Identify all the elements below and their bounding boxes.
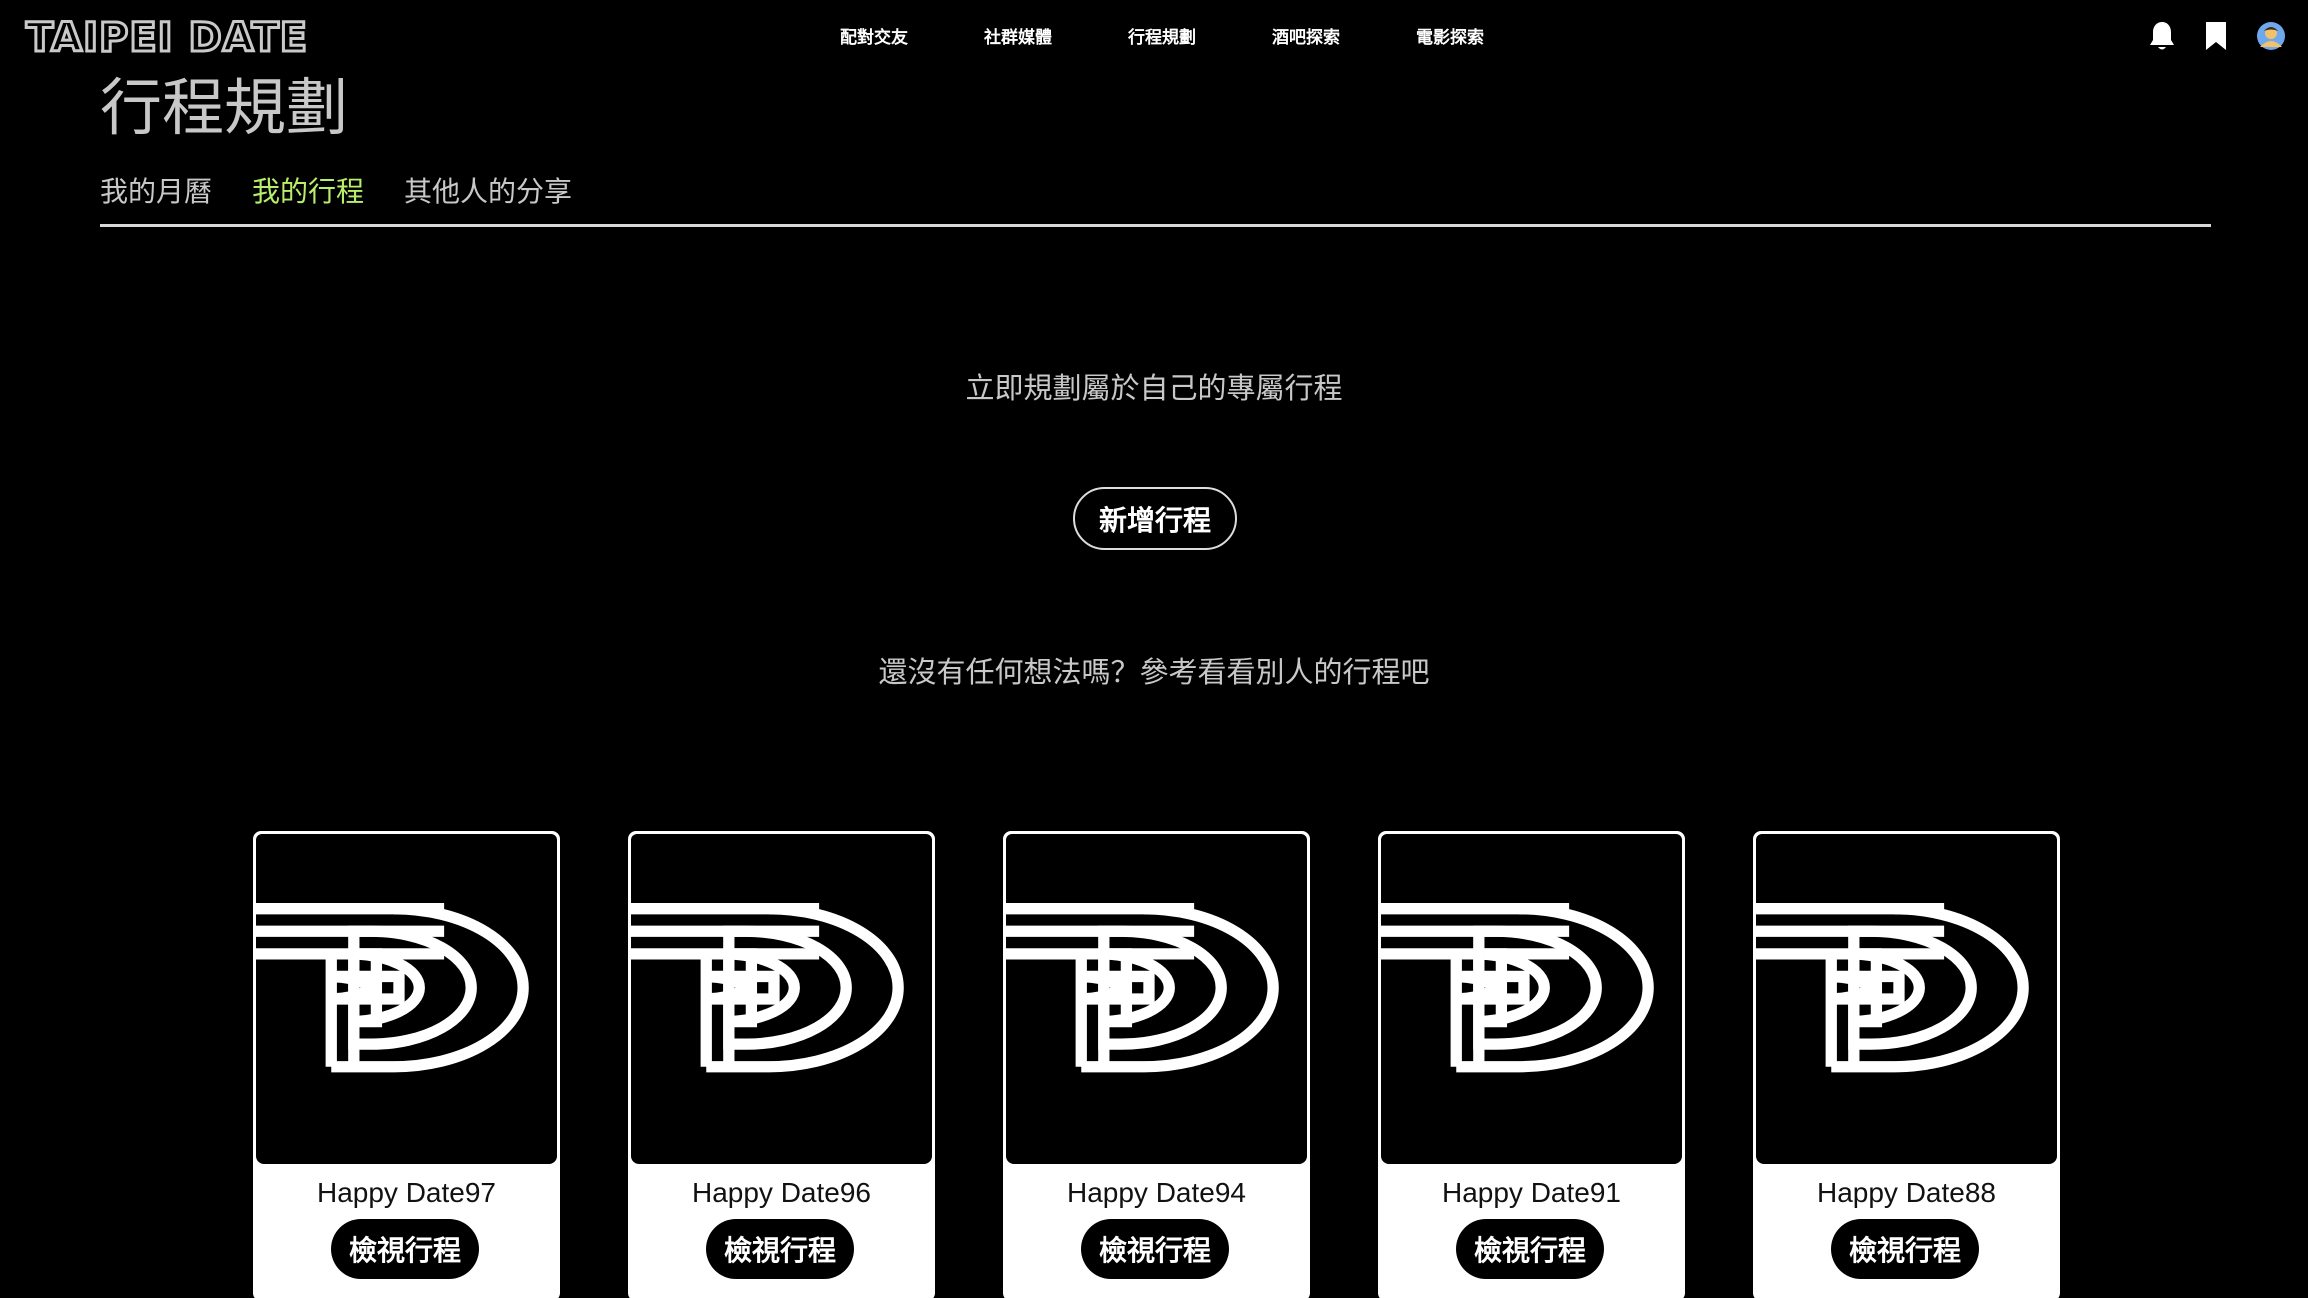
page-title: 行程規劃 <box>100 71 349 144</box>
itinerary-card[interactable]: Happy Date97 檢視行程 <box>253 831 560 1298</box>
card-title: Happy Date97 <box>316 1177 496 1208</box>
tab-bar: 我的月曆 我的行程 其他人的分享 <box>100 172 572 212</box>
nav-link-matching[interactable]: 配對交友 <box>840 24 984 52</box>
card-title: Happy Date91 <box>1441 1177 1621 1208</box>
itinerary-card[interactable]: Happy Date94 檢視行程 <box>1003 831 1310 1298</box>
taipei-date-logo-icon <box>1756 834 2057 1164</box>
card-title: Happy Date96 <box>691 1177 871 1208</box>
taipei-date-logo-icon <box>1006 834 1307 1164</box>
tab-my-itinerary[interactable]: 我的行程 <box>252 172 364 212</box>
nav-link-planning[interactable]: 行程規劃 <box>1128 24 1272 52</box>
explore-prompt: 還沒有任何想法嗎？參考看看別人的行程吧 <box>878 655 1430 689</box>
nav-link-movies[interactable]: 電影探索 <box>1416 24 1560 52</box>
avatar[interactable] <box>2256 21 2286 55</box>
view-itinerary-button[interactable]: 檢視行程 <box>331 1219 479 1279</box>
taipei-date-logo-icon <box>256 834 557 1164</box>
bookmark-icon[interactable] <box>2204 20 2228 56</box>
td-logo-graphic <box>1381 903 1654 1073</box>
itinerary-card[interactable]: Happy Date88 檢視行程 <box>1753 831 2060 1298</box>
card-title: Happy Date88 <box>1816 1177 1996 1208</box>
page: TAIPEI DATE 配對交友 社群媒體 行程規劃 酒吧探索 電影探索 行程規… <box>0 0 2308 1298</box>
itinerary-card[interactable]: Happy Date96 檢視行程 <box>628 831 935 1298</box>
main-nav: 配對交友 社群媒體 行程規劃 酒吧探索 電影探索 <box>840 24 1560 52</box>
nav-icons <box>2120 20 2286 56</box>
plan-prompt: 立即規劃屬於自己的專屬行程 <box>965 371 1343 405</box>
new-itinerary-button[interactable]: 新增行程 <box>1073 487 1237 550</box>
tab-my-calendar[interactable]: 我的月曆 <box>100 172 212 212</box>
view-itinerary-button[interactable]: 檢視行程 <box>1456 1219 1604 1279</box>
card-title: Happy Date94 <box>1066 1177 1246 1208</box>
nav-link-bars[interactable]: 酒吧探索 <box>1272 24 1416 52</box>
itinerary-cards: Happy Date97 檢視行程 Happy Date96 檢視行程 Happ… <box>253 831 2060 1298</box>
itinerary-card[interactable]: Happy Date91 檢視行程 <box>1378 831 1685 1298</box>
tab-divider <box>100 224 2211 227</box>
brand-logo[interactable]: TAIPEI DATE <box>24 14 308 63</box>
view-itinerary-button[interactable]: 檢視行程 <box>1831 1219 1979 1279</box>
bell-icon[interactable] <box>2148 20 2176 56</box>
td-logo-graphic <box>256 903 529 1073</box>
taipei-date-logo-icon <box>1381 834 1682 1164</box>
view-itinerary-button[interactable]: 檢視行程 <box>1081 1219 1229 1279</box>
td-logo-graphic <box>1756 903 2029 1073</box>
view-itinerary-button[interactable]: 檢視行程 <box>706 1219 854 1279</box>
td-logo-graphic <box>1006 903 1279 1073</box>
td-logo-graphic <box>631 903 904 1073</box>
nav-link-social[interactable]: 社群媒體 <box>984 24 1128 52</box>
taipei-date-logo-icon <box>631 834 932 1164</box>
tab-others-shared[interactable]: 其他人的分享 <box>404 172 572 212</box>
